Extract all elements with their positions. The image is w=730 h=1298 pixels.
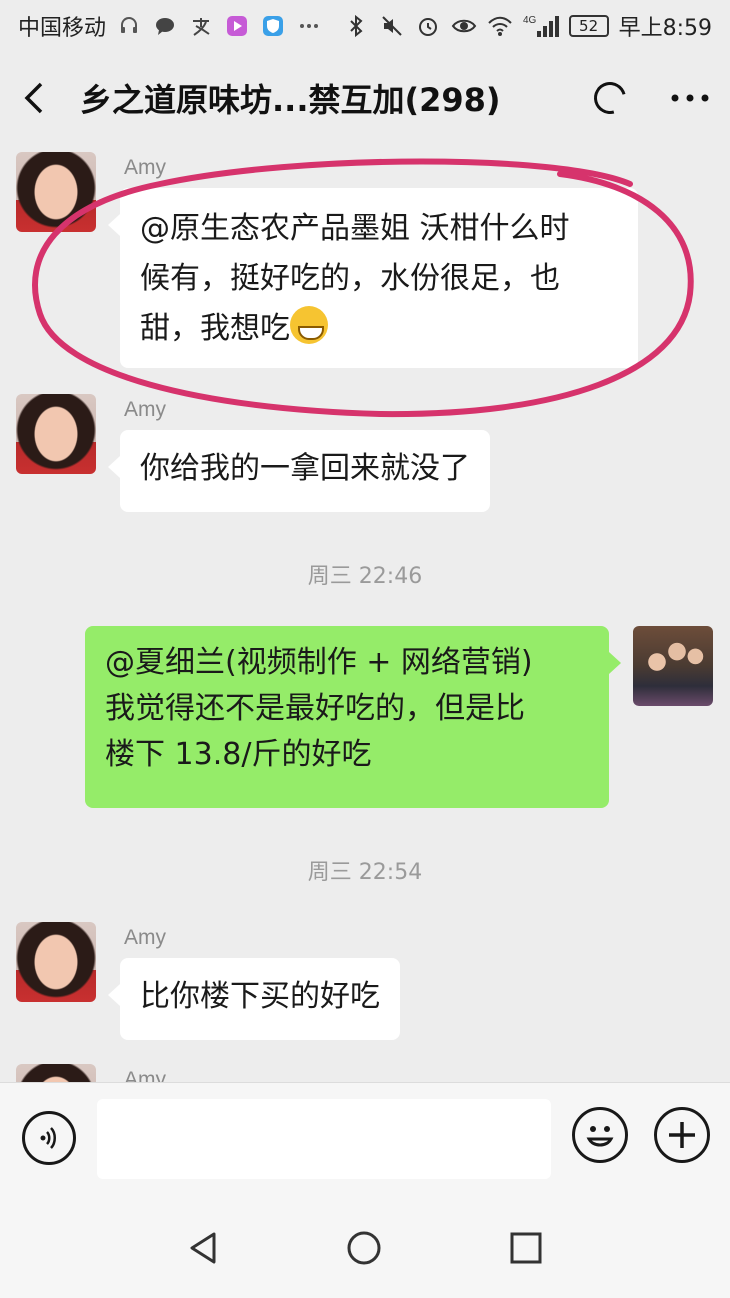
chat-messages[interactable]: Amy @原生态农产品墨姐 沃柑什么时 候有，挺好吃的，水份很足，也 甜，我想吃… — [0, 144, 730, 1082]
avatar-amy[interactable] — [16, 1064, 96, 1082]
status-bar: 中国移动 4G 52 早上8:59 — [0, 0, 730, 52]
nav-recents-button[interactable] — [506, 1228, 546, 1268]
status-right: 4G 52 早上8:59 — [343, 10, 712, 42]
voice-button[interactable] — [22, 1111, 76, 1165]
message-input[interactable] — [97, 1099, 551, 1179]
message-text: 比你楼下买的好吃 — [140, 979, 380, 1014]
video-app-icon — [224, 13, 250, 39]
message-line: @原生态农产品墨姐 沃柑什么时 — [140, 211, 570, 246]
input-bar — [0, 1082, 730, 1198]
message-text: 你给我的一拿回来就没了 — [140, 451, 470, 486]
more-dots-icon — [296, 13, 322, 39]
avatar-amy[interactable] — [16, 922, 96, 1002]
alipay-icon — [188, 13, 214, 39]
emoji-button[interactable] — [572, 1107, 628, 1163]
message-line: 楼下 13.8/斤的好吃 — [105, 737, 372, 772]
loading-ring-icon — [588, 76, 632, 120]
chat-title: 乡之道原味坊...禁互加(298) — [80, 81, 501, 119]
message-line-text: 甜，我想吃 — [140, 311, 290, 346]
more-options-button[interactable] — [650, 52, 730, 144]
nav-home-button[interactable] — [344, 1228, 384, 1268]
battery-icon: 52 — [568, 15, 609, 37]
more-dots-icon — [671, 94, 709, 102]
avatar-amy[interactable] — [16, 152, 96, 232]
message-line: 候有，挺好吃的，水份很足，也 — [140, 261, 560, 296]
status-time: 早上8:59 — [618, 16, 712, 41]
message-bubble[interactable]: @原生态农产品墨姐 沃柑什么时 候有，挺好吃的，水份很足，也 甜，我想吃 — [108, 188, 638, 368]
eye-icon — [451, 13, 477, 39]
sender-name: Amy — [124, 926, 166, 949]
chat-header: 乡之道原味坊...禁互加(298) — [0, 52, 730, 144]
loading-button[interactable] — [570, 52, 650, 144]
svg-text:4G: 4G — [523, 15, 537, 26]
status-left: 中国移动 — [18, 10, 322, 42]
triangle-back-icon — [190, 1232, 216, 1264]
shield-app-icon — [260, 13, 286, 39]
message-bubble-outgoing[interactable]: @夏细兰(视频制作 + 网络营销) 我觉得还不是最好吃的，但是比 楼下 13.8… — [85, 626, 621, 808]
message-bubble[interactable]: 你给我的一拿回来就没了 — [108, 430, 490, 512]
smiley-icon — [586, 1126, 614, 1147]
voice-wave-icon — [40, 1127, 56, 1149]
circle-home-icon — [347, 1231, 381, 1265]
sender-name: Amy — [124, 398, 166, 421]
signal-icon: 4G — [523, 13, 559, 39]
avatar-me[interactable] — [633, 626, 713, 706]
square-recents-icon — [510, 1232, 542, 1264]
sender-name: Amy — [124, 1068, 166, 1082]
headset-icon — [116, 13, 142, 39]
bluetooth-icon — [343, 13, 369, 39]
timestamp: 周三 22:54 — [307, 860, 423, 885]
message-line: 甜，我想吃 — [140, 304, 618, 354]
chevron-left-icon — [24, 82, 43, 114]
message-bubble[interactable]: 比你楼下买的好吃 — [108, 958, 400, 1040]
avatar-amy[interactable] — [16, 394, 96, 474]
carrier-label: 中国移动 — [18, 16, 107, 41]
grin-emoji-icon — [290, 306, 328, 344]
sender-name: Amy — [124, 156, 166, 179]
battery-level: 52 — [579, 17, 599, 35]
plus-button[interactable] — [654, 1107, 710, 1163]
back-button[interactable] — [0, 52, 70, 144]
system-nav-bar — [0, 1198, 730, 1298]
timestamp: 周三 22:46 — [307, 564, 423, 589]
message-line: @夏细兰(视频制作 + 网络营销) — [105, 645, 533, 680]
alarm-icon — [415, 13, 441, 39]
chat-bubble-icon — [152, 13, 178, 39]
plus-icon — [669, 1122, 695, 1148]
wifi-icon — [487, 13, 513, 39]
message-line: 我觉得还不是最好吃的，但是比 — [105, 691, 525, 726]
nav-back-button[interactable] — [184, 1228, 224, 1268]
mute-icon — [379, 13, 405, 39]
